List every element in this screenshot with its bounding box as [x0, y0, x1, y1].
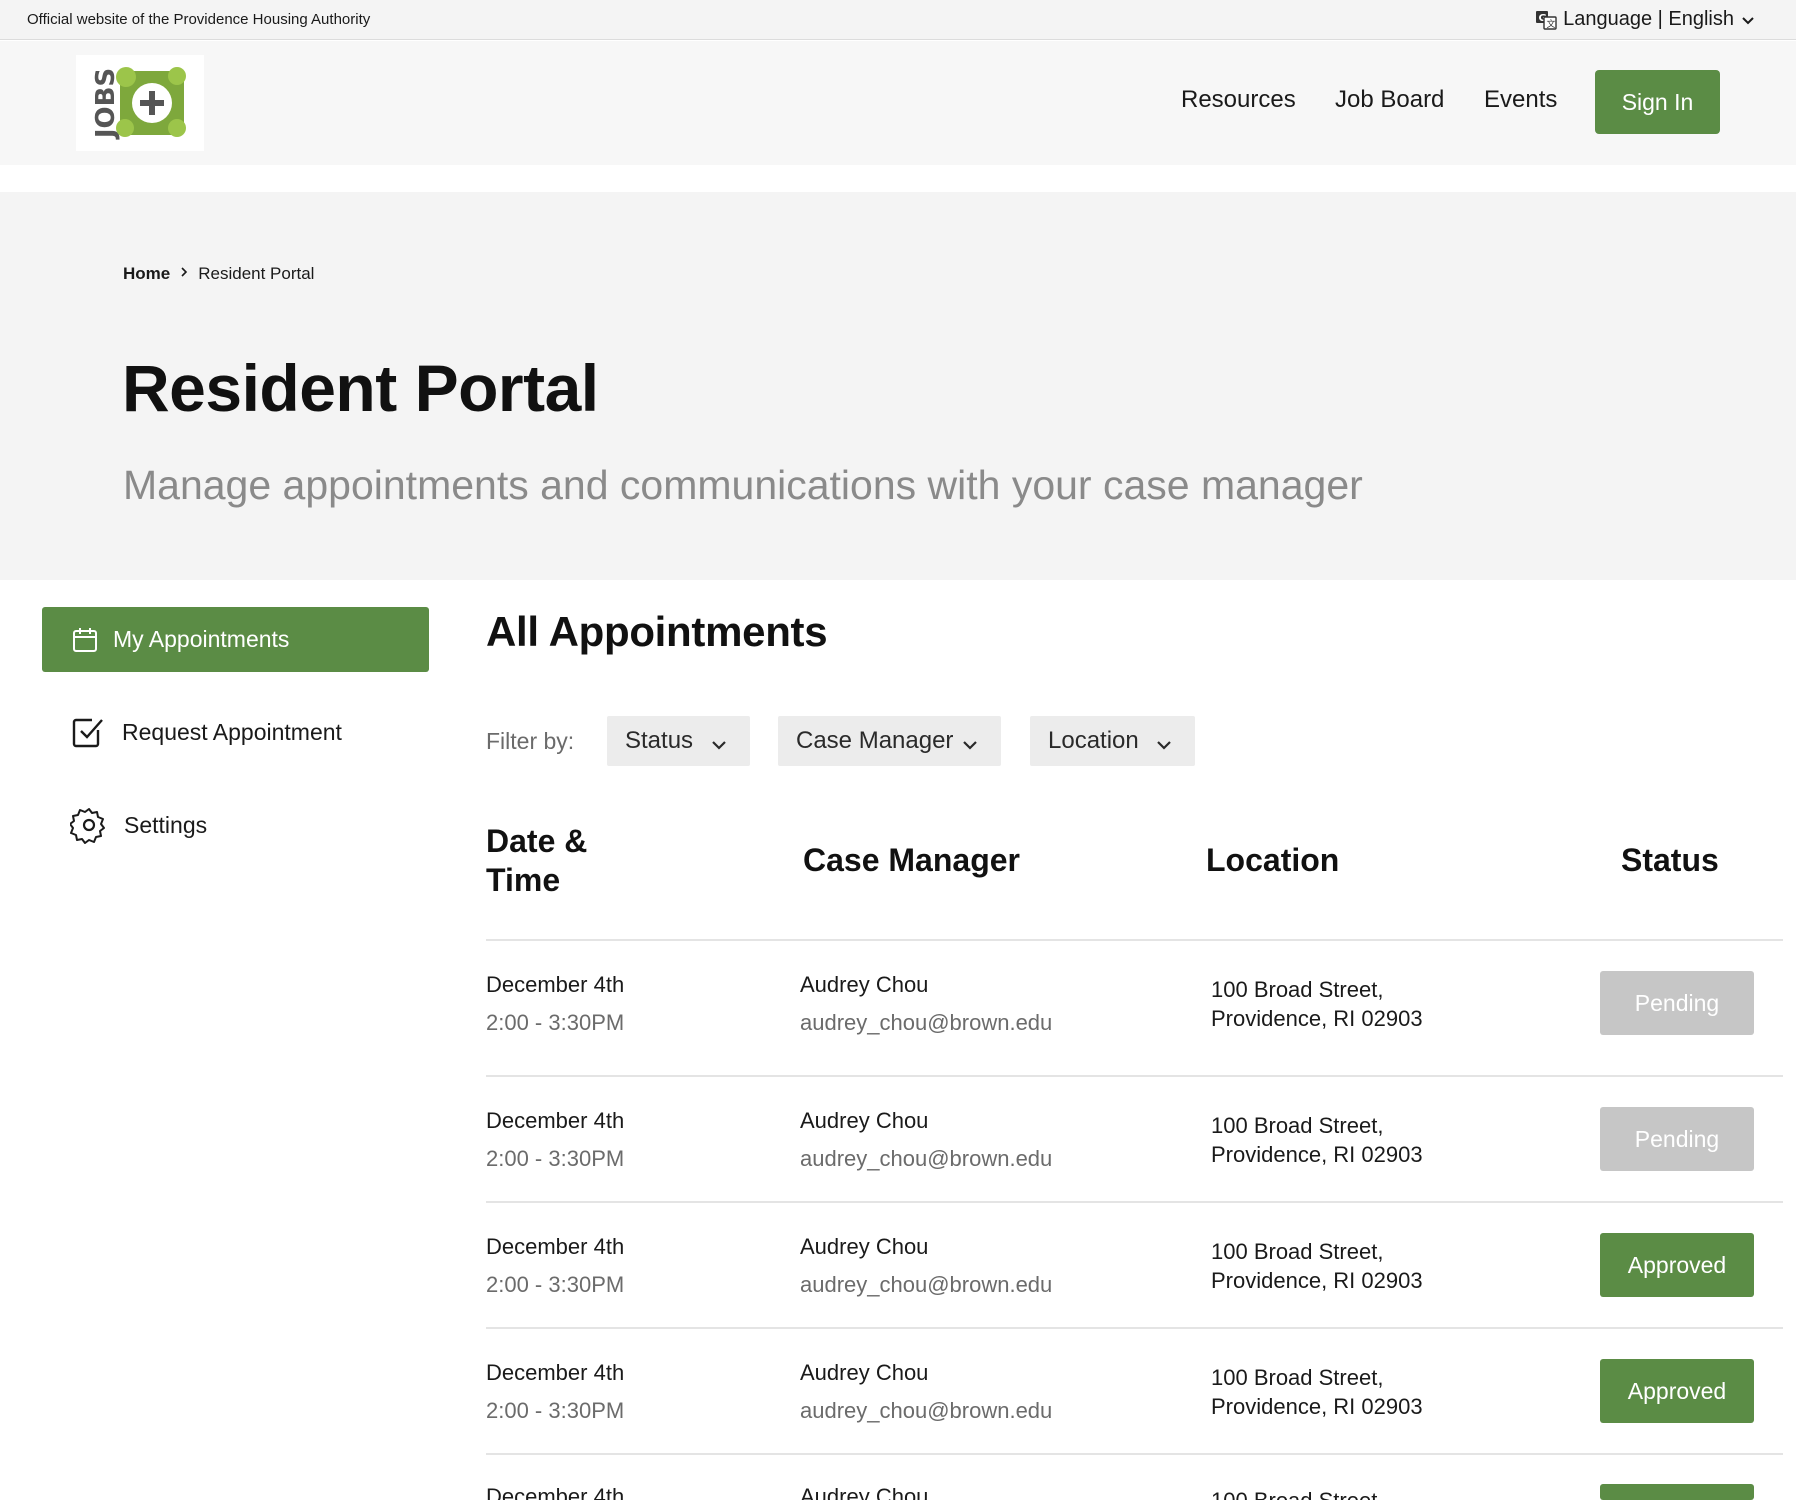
case-manager-name: Audrey Chou	[800, 1234, 929, 1259]
column-header-time-line: Time	[486, 862, 561, 898]
sidebar-item-label: Settings	[124, 811, 208, 838]
location-filter-dropdown[interactable]: Location	[1030, 716, 1195, 766]
appointments-title: All Appointments	[486, 608, 828, 655]
breadcrumb: Home Resident Portal	[123, 264, 314, 284]
chevron-down-icon	[961, 733, 979, 761]
table-divider	[486, 1201, 1783, 1203]
column-header-date-time: Date & Time	[486, 822, 626, 900]
language-selector[interactable]: G 文 Language | English	[1535, 8, 1756, 31]
page-subtitle: Manage appointments and communications w…	[123, 462, 1363, 508]
chevron-down-icon	[1155, 733, 1173, 761]
appointment-date: December 4th	[486, 1360, 625, 1385]
case-manager-email[interactable]: audrey_chou@brown.edu	[800, 1272, 1052, 1298]
case-manager-email[interactable]: audrey_chou@brown.edu	[800, 1010, 1052, 1036]
sidebar-item-request-appointment[interactable]: Request Appointment	[70, 714, 342, 750]
svg-text:文: 文	[1547, 18, 1556, 30]
official-banner: Official website of the Providence Housi…	[0, 0, 1796, 40]
case-manager-email[interactable]: audrey_chou@brown.edu	[800, 1398, 1052, 1424]
breadcrumb-current: Resident Portal	[198, 264, 315, 283]
case-manager-email[interactable]: audrey_chou@brown.edu	[800, 1146, 1052, 1172]
address-line-2: Providence, RI 02903	[1211, 1142, 1423, 1167]
appointment-date: December 4th	[486, 1484, 625, 1500]
status-badge[interactable]: Approved	[1600, 1359, 1754, 1423]
appointment-location: 100 Broad Street, Providence, RI 02903	[1211, 975, 1423, 1033]
column-header-case-manager: Case Manager	[803, 842, 1020, 878]
status-filter-dropdown[interactable]: Status	[607, 716, 750, 766]
table-divider	[486, 1453, 1783, 1455]
status-badge[interactable]	[1600, 1484, 1754, 1500]
appointment-date: December 4th	[486, 1234, 625, 1259]
page-title: Resident Portal	[122, 351, 599, 425]
jobs-plus-logo-graphic: JOBS	[91, 67, 186, 140]
table-divider	[486, 1327, 1783, 1329]
nav-resources[interactable]: Resources	[1181, 86, 1296, 114]
status-badge[interactable]: Pending	[1600, 1107, 1754, 1171]
page-hero: Home Resident Portal Resident Portal Man…	[0, 192, 1796, 580]
calendar-icon	[71, 626, 99, 654]
address-line-1: 100 Broad Street,	[1211, 1113, 1384, 1138]
appointment-time: 2:00 - 3:30PM	[486, 1010, 625, 1035]
address-line-1: 100 Broad Street	[1211, 1486, 1377, 1500]
case-manager-name: Audrey Chou	[800, 1360, 929, 1385]
language-label: Language | English	[1563, 8, 1734, 30]
status-badge[interactable]: Pending	[1600, 971, 1754, 1035]
chevron-right-icon	[178, 265, 190, 283]
sidebar-item-label: My Appointments	[113, 626, 290, 652]
checkbox-icon	[70, 714, 106, 750]
case-manager-name: Audrey Chou	[800, 1484, 929, 1500]
filter-label: Filter by:	[486, 728, 575, 754]
appointment-time: 2:00 - 3:30PM	[486, 1398, 625, 1423]
column-header-status: Status	[1621, 842, 1719, 878]
translate-icon: G 文	[1535, 9, 1557, 31]
address-line-1: 100 Broad Street,	[1211, 1239, 1384, 1264]
breadcrumb-home[interactable]: Home	[123, 264, 170, 284]
status-badge[interactable]: Approved	[1600, 1233, 1754, 1297]
jobs-plus-logo[interactable]: JOBS	[76, 55, 204, 151]
site-header: JOBS Resources Job Board Events Sign In	[0, 41, 1796, 165]
sidebar-item-my-appointments[interactable]: My Appointments	[42, 607, 429, 672]
appointment-location: 100 Broad Street, Providence, RI 02903	[1211, 1237, 1423, 1295]
case-manager-name: Audrey Chou	[800, 1108, 929, 1133]
address-line-1: 100 Broad Street,	[1211, 977, 1384, 1002]
filter-label-text: Case Manager	[796, 727, 954, 754]
address-line-2: Providence, RI 02903	[1211, 1006, 1423, 1031]
appointment-date: December 4th	[486, 972, 625, 997]
filter-label-text: Status	[625, 727, 694, 754]
sidebar-item-label: Request Appointment	[122, 718, 342, 745]
appointment-time: 2:00 - 3:30PM	[486, 1272, 625, 1297]
sidebar-item-settings[interactable]: Settings	[70, 806, 207, 844]
appointment-date: December 4th	[486, 1108, 625, 1133]
nav-job-board[interactable]: Job Board	[1335, 86, 1444, 114]
address-line-2: Providence, RI 02903	[1211, 1268, 1423, 1293]
table-divider	[486, 1075, 1783, 1077]
address-line-1: 100 Broad Street,	[1211, 1365, 1384, 1390]
table-divider	[486, 939, 1783, 941]
nav-events[interactable]: Events	[1484, 86, 1557, 114]
sign-in-button[interactable]: Sign In	[1595, 70, 1720, 134]
column-header-location: Location	[1206, 842, 1340, 878]
gear-icon	[70, 806, 108, 844]
case-manager-name: Audrey Chou	[800, 972, 929, 997]
appointment-location: 100 Broad Street	[1211, 1486, 1377, 1500]
appointment-time: 2:00 - 3:30PM	[486, 1146, 625, 1171]
chevron-down-icon	[1740, 12, 1756, 28]
column-header-date-line: Date &	[486, 823, 588, 859]
appointment-location: 100 Broad Street, Providence, RI 02903	[1211, 1111, 1423, 1169]
filter-label-text: Location	[1048, 727, 1139, 754]
case-manager-filter-dropdown[interactable]: Case Manager	[778, 716, 1001, 766]
official-site-text: Official website of the Providence Housi…	[27, 11, 371, 28]
address-line-2: Providence, RI 02903	[1211, 1394, 1423, 1419]
chevron-down-icon	[710, 733, 728, 761]
appointment-location: 100 Broad Street, Providence, RI 02903	[1211, 1363, 1423, 1421]
